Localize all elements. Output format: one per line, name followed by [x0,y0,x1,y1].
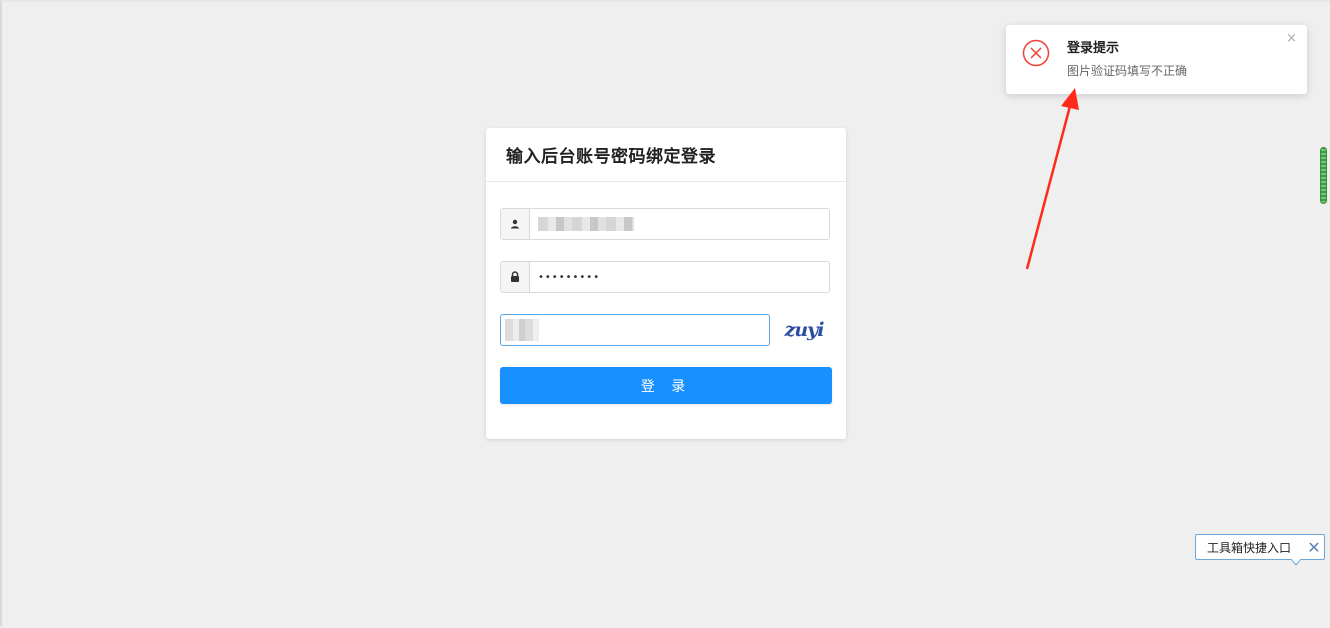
captcha-image-text: zuyi [784,319,825,341]
password-value: ••••••••• [530,262,829,292]
scrollbar-thumb[interactable] [1320,147,1327,204]
captcha-input-blurred [505,319,539,341]
captcha-image[interactable]: zuyi [782,316,826,344]
toolbox-pointer [1291,559,1301,566]
card-header: 输入后台账号密码绑定登录 [486,128,846,182]
toast-message: 图片验证码填写不正确 [1067,64,1188,78]
password-field[interactable]: ••••••••• [500,261,830,293]
username-blurred [538,217,634,231]
login-card: 输入后台账号密码绑定登录 ••••••••• zuyi 登 录 [486,128,846,439]
error-circle-icon [1022,39,1050,67]
lock-icon [501,262,530,292]
toolbox-close-icon[interactable]: ✕ [1304,538,1324,557]
toolbox-label[interactable]: 工具箱快捷入口 [1196,539,1304,556]
toast-title: 登录提示 [1067,41,1120,56]
user-icon [501,209,530,239]
error-toast: 登录提示 图片验证码填写不正确 × [1006,25,1307,94]
login-button[interactable]: 登 录 [500,367,832,404]
password-mask: ••••••••• [538,271,601,283]
captcha-input[interactable] [500,314,770,346]
toast-close-icon[interactable]: × [1286,31,1297,46]
login-title: 输入后台账号密码绑定登录 [506,147,716,167]
toolbox-shortcut[interactable]: 工具箱快捷入口 ✕ [1195,534,1325,560]
username-field[interactable] [500,208,830,240]
username-value [530,209,829,239]
